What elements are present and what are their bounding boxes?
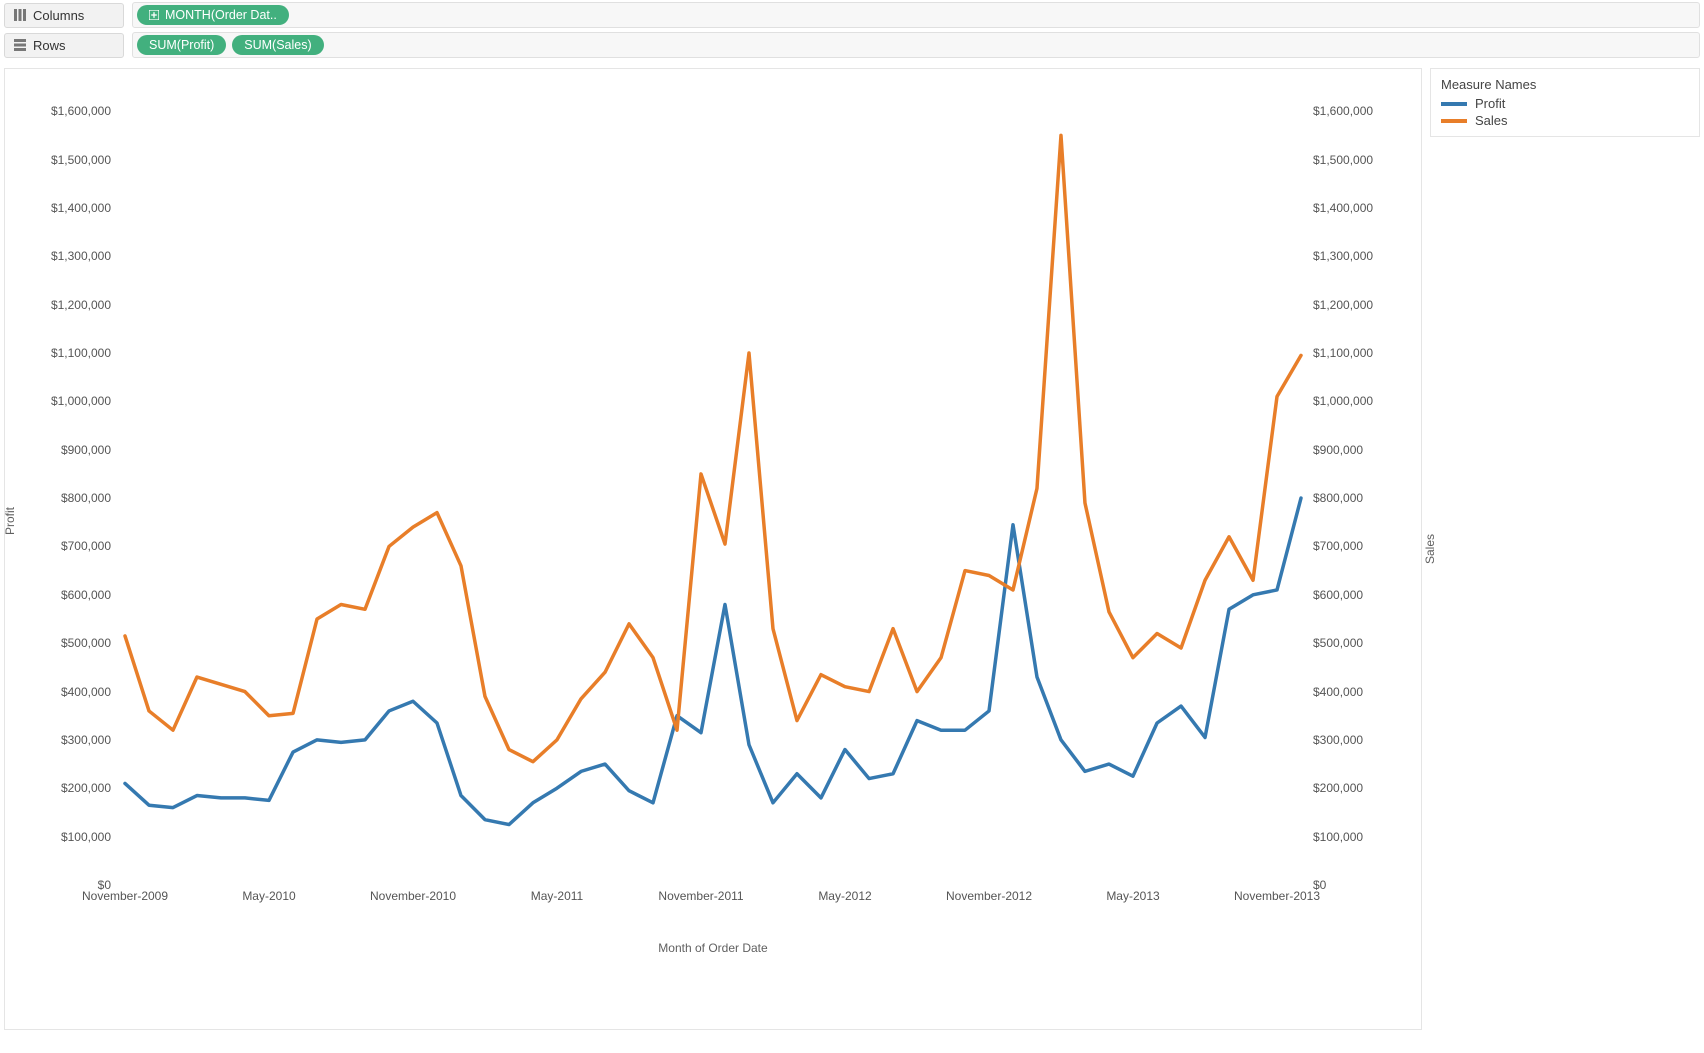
y-tick: $100,000 — [1, 830, 111, 844]
rows-shelf-row: Rows SUM(Profit) SUM(Sales) — [4, 32, 1700, 58]
y-tick: $500,000 — [1, 636, 111, 650]
y-tick: $1,300,000 — [1313, 249, 1423, 263]
pill-sum-sales-label: SUM(Sales) — [244, 38, 311, 52]
legend-item-profit[interactable]: Profit — [1441, 96, 1689, 111]
rows-shelf-label[interactable]: Rows — [4, 33, 124, 58]
pill-month-order-date[interactable]: MONTH(Order Dat.. — [137, 5, 289, 25]
y-tick: $1,600,000 — [1, 104, 111, 118]
y-tick: $400,000 — [1313, 685, 1423, 699]
y-tick: $1,500,000 — [1, 153, 111, 167]
chart-wrap: $0 $100,000 $200,000 $300,000 $400,000 $500,0… — [5, 69, 1421, 1029]
y-tick: $400,000 — [1, 685, 111, 699]
columns-shelf-row: Columns MONTH(Order Dat.. — [4, 2, 1700, 28]
y-tick: $500,000 — [1313, 636, 1423, 650]
y-tick: $800,000 — [1, 491, 111, 505]
y-tick: $1,100,000 — [1313, 346, 1423, 360]
legend-label: Profit — [1475, 96, 1505, 111]
chart-view: $0 $100,000 $200,000 $300,000 $400,000 $500,0… — [4, 68, 1422, 1030]
y-tick: $1,400,000 — [1, 201, 111, 215]
y-axis-left-title: Profit — [3, 507, 17, 535]
columns-drop-area[interactable]: MONTH(Order Dat.. — [132, 2, 1700, 28]
y-axis-right-title: Sales — [1423, 534, 1437, 564]
y-tick: $1,600,000 — [1313, 104, 1423, 118]
y-tick: $200,000 — [1, 781, 111, 795]
y-tick: $1,300,000 — [1, 249, 111, 263]
y-axis-right: $0$100,000$200,000$300,000$400,000$500,0… — [1307, 87, 1417, 885]
x-tick: May-2011 — [531, 889, 583, 903]
series-profit[interactable] — [125, 498, 1301, 824]
y-tick: $1,100,000 — [1, 346, 111, 360]
pill-sum-profit-label: SUM(Profit) — [149, 38, 214, 52]
legend-swatch — [1441, 119, 1467, 123]
y-tick: $900,000 — [1313, 443, 1423, 457]
rows-shelf-text: Rows — [33, 38, 66, 53]
x-tick: May-2013 — [1106, 889, 1159, 903]
y-tick: $1,200,000 — [1, 298, 111, 312]
rows-drop-area[interactable]: SUM(Profit) SUM(Sales) — [132, 32, 1700, 58]
y-tick: $300,000 — [1313, 733, 1423, 747]
legend-swatch — [1441, 102, 1467, 106]
x-tick: November-2009 — [82, 889, 168, 903]
y-tick: $1,400,000 — [1313, 201, 1423, 215]
expand-icon — [149, 10, 159, 20]
y-tick: $1,500,000 — [1313, 153, 1423, 167]
columns-shelf-text: Columns — [33, 8, 84, 23]
y-tick: $700,000 — [1, 539, 111, 553]
y-tick: $600,000 — [1313, 588, 1423, 602]
plot-area[interactable] — [125, 87, 1301, 885]
legend-item-sales[interactable]: Sales — [1441, 113, 1689, 128]
shelves: Columns MONTH(Order Dat.. Rows SUM(Profi… — [0, 0, 1704, 64]
y-tick: $300,000 — [1, 733, 111, 747]
pill-sum-sales[interactable]: SUM(Sales) — [232, 35, 323, 55]
workspace: $0 $100,000 $200,000 $300,000 $400,000 $500,0… — [0, 64, 1704, 1034]
y-tick: $700,000 — [1313, 539, 1423, 553]
columns-shelf-label[interactable]: Columns — [4, 3, 124, 28]
y-tick: $100,000 — [1313, 830, 1423, 844]
x-axis: November-2009May-2010November-2010May-20… — [125, 889, 1301, 929]
y-axis-left: $0$100,000$200,000$300,000$400,000$500,0… — [7, 87, 117, 885]
pill-month-order-date-label: MONTH(Order Dat.. — [165, 8, 277, 22]
y-tick: $1,000,000 — [1313, 394, 1423, 408]
y-tick: $1,200,000 — [1313, 298, 1423, 312]
legend-label: Sales — [1475, 113, 1508, 128]
y-tick: $1,000,000 — [1, 394, 111, 408]
x-tick: November-2010 — [370, 889, 456, 903]
x-axis-title: Month of Order Date — [5, 941, 1421, 955]
columns-icon — [13, 8, 27, 22]
y-tick: $600,000 — [1, 588, 111, 602]
y-tick: $800,000 — [1313, 491, 1423, 505]
y-tick: $200,000 — [1313, 781, 1423, 795]
legend-title: Measure Names — [1441, 77, 1689, 92]
x-tick: November-2012 — [946, 889, 1032, 903]
x-tick: November-2013 — [1234, 889, 1320, 903]
y-tick: $900,000 — [1, 443, 111, 457]
y-tick: $0 — [1313, 878, 1423, 892]
x-tick: May-2010 — [242, 889, 295, 903]
pill-sum-profit[interactable]: SUM(Profit) — [137, 35, 226, 55]
x-tick: November-2011 — [658, 889, 743, 903]
x-tick: May-2012 — [818, 889, 871, 903]
legend-card: Measure Names Profit Sales — [1430, 68, 1700, 137]
rows-icon — [13, 38, 27, 52]
